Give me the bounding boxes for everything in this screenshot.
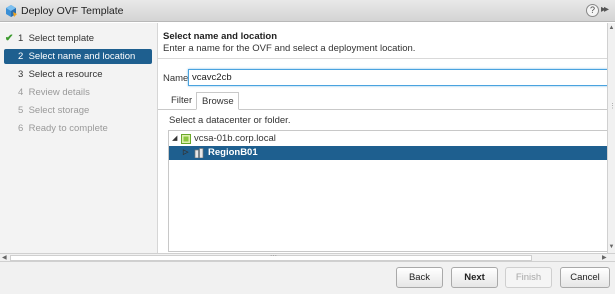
step-select-template[interactable]: ✔ 1 Select template (4, 31, 152, 46)
tree-node-label: vcsa-01b.corp.local (194, 133, 276, 144)
tree-node-vcenter[interactable]: ◢ vcsa-01b.corp.local (169, 132, 609, 146)
step-review-details: 4 Review details (4, 85, 152, 100)
browse-instruction: Select a datacenter or folder. (169, 115, 291, 126)
tree-node-label: RegionB01 (208, 147, 258, 158)
tree-collapse-icon[interactable]: ◢ (172, 132, 177, 146)
page-title: Select name and location (163, 31, 278, 42)
name-input[interactable] (188, 69, 610, 86)
splitter-grip-icon[interactable]: ⋯ (270, 252, 277, 260)
cancel-button[interactable]: Cancel (560, 267, 610, 288)
page-subtitle: Enter a name for the OVF and select a de… (163, 43, 416, 54)
next-button[interactable]: Next (451, 267, 498, 288)
step-label: Review details (28, 87, 90, 98)
help-icon[interactable]: ? (586, 4, 599, 17)
scroll-left-icon[interactable]: ◀ (2, 254, 7, 261)
step-number: 5 (18, 105, 24, 116)
step-number: 4 (18, 87, 24, 98)
step-content-panel: Select name and location Enter a name fo… (158, 23, 615, 253)
tab-browse[interactable]: Browse (196, 92, 239, 110)
expand-icon[interactable]: ▸▸ (601, 4, 609, 15)
name-label: Name (163, 73, 189, 84)
step-select-storage: 5 Select storage (4, 103, 152, 118)
step-select-name-and-location[interactable]: 2 Select name and location (4, 49, 152, 64)
step-label: Ready to complete (28, 123, 108, 134)
tree-node-datacenter[interactable]: ▷ RegionB01 (169, 146, 609, 160)
step-number: 1 (18, 33, 24, 44)
inventory-tree: ◢ vcsa-01b.corp.local ▷ RegionB01 (168, 130, 610, 252)
step-number: 6 (18, 123, 24, 134)
step-number: 3 (18, 69, 24, 80)
resize-grip-icon[interactable]: ⋮ (609, 102, 615, 110)
scroll-down-icon[interactable]: ▼ (608, 244, 615, 250)
scroll-right-icon[interactable]: ▶ (602, 254, 607, 261)
tree-expand-icon[interactable]: ▷ (183, 146, 188, 160)
step-number: 2 (18, 51, 24, 62)
back-button[interactable]: Back (396, 267, 443, 288)
wizard-footer: Back Next Finish Cancel (0, 262, 615, 294)
checkmark-icon: ✔ (5, 33, 14, 44)
ovf-template-icon (6, 5, 17, 17)
step-select-resource[interactable]: 3 Select a resource (4, 67, 152, 82)
window-title: Deploy OVF Template (21, 5, 124, 17)
datacenter-icon (194, 148, 204, 158)
scroll-up-icon[interactable]: ▲ (608, 25, 615, 31)
step-label: Select storage (28, 105, 90, 116)
header-divider (158, 58, 615, 59)
step-label: Select a resource (28, 69, 103, 80)
wizard-steps-sidebar: ✔ 1 Select template 2 Select name and lo… (0, 23, 158, 253)
step-ready-to-complete: 6 Ready to complete (4, 121, 152, 136)
tab-filter[interactable]: Filter (166, 92, 196, 110)
vertical-scrollbar[interactable]: ▲ ▼ (607, 23, 615, 253)
vcenter-icon (181, 134, 191, 144)
step-label: Select template (28, 33, 95, 44)
horizontal-scrollbar[interactable]: ◀ ⋯ ▶ (0, 253, 615, 262)
window-titlebar: Deploy OVF Template ? ▸▸ (0, 0, 615, 22)
step-label: Select name and location (28, 51, 136, 62)
finish-button: Finish (505, 267, 552, 288)
